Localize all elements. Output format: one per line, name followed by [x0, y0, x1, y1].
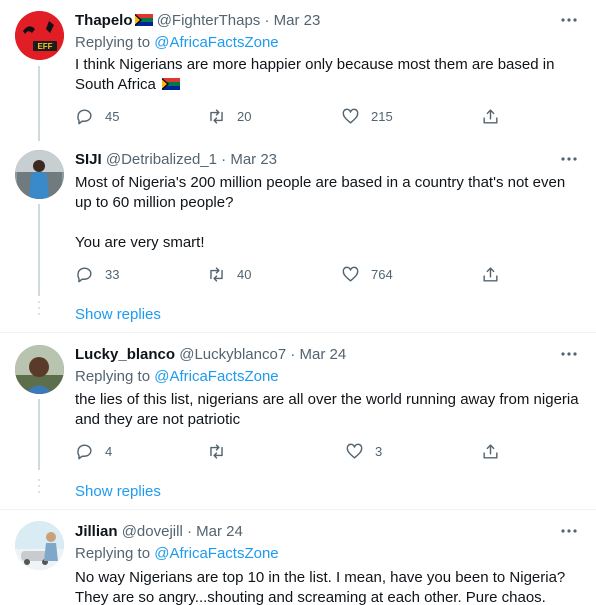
reply-count: 45	[105, 108, 120, 124]
share-button[interactable]	[481, 264, 500, 284]
retweet-count: 40	[237, 266, 252, 282]
tweet-siji[interactable]: SIJI @Detribalized_1 · Mar 23 Most of Ni…	[0, 133, 596, 332]
separator-dot: ·	[186, 523, 192, 540]
retweet-icon	[210, 108, 223, 124]
reply-count: 4	[105, 443, 113, 459]
tweet-jillian[interactable]: Jillian @dovejill · Mar 24 Replying to @…	[0, 510, 596, 605]
tweet-date[interactable]: Mar 23	[230, 151, 277, 168]
tweet-text: I think Nigerians are more happier only …	[75, 55, 585, 95]
heart-icon	[342, 108, 359, 124]
retweet-icon	[210, 443, 223, 459]
replying-to-label: Replying to	[75, 368, 151, 385]
tweet-header: Lucky_blanco @Luckyblanco7 · Mar 24	[75, 345, 346, 365]
retweet-button[interactable]: 40	[207, 264, 251, 284]
person-photo-icon	[15, 345, 64, 394]
thread-dots	[37, 301, 41, 319]
like-count: 215	[371, 108, 393, 124]
like-button[interactable]: 215	[341, 106, 393, 126]
replying-to-handle[interactable]: @AfricaFactsZone	[154, 545, 278, 562]
display-name[interactable]: Jillian	[75, 523, 118, 540]
like-count: 764	[371, 266, 393, 282]
retweet-icon	[210, 266, 223, 282]
tweet-date[interactable]: Mar 23	[274, 12, 321, 29]
thread-line	[38, 204, 40, 296]
avatar-badge: EFF	[37, 42, 52, 51]
like-button[interactable]: 764	[341, 264, 393, 284]
tweet-text-line: You are very smart!	[75, 234, 205, 251]
tweet-header: Thapelo @FighterThaps · Mar 23	[75, 11, 320, 31]
avatar[interactable]	[15, 521, 64, 570]
retweet-count: 20	[237, 108, 252, 124]
user-handle[interactable]: @FighterThaps	[157, 12, 261, 29]
tweet-lucky-blanco[interactable]: Lucky_blanco @Luckyblanco7 · Mar 24 Repl…	[0, 333, 596, 508]
avatar[interactable]	[15, 150, 64, 199]
more-options-icon[interactable]	[559, 346, 579, 362]
replying-to-handle[interactable]: @AfricaFactsZone	[154, 34, 278, 51]
reply-button[interactable]: 45	[75, 106, 119, 126]
reply-icon	[77, 266, 92, 282]
show-replies-link[interactable]: Show replies	[75, 482, 161, 502]
replying-to-label: Replying to	[75, 545, 151, 562]
tweet-text: Most of Nigeria's 200 million people are…	[75, 173, 585, 253]
thread-line	[38, 66, 40, 133]
share-button[interactable]	[481, 106, 500, 126]
tweet-text-line: Most of Nigeria's 200 million people are…	[75, 174, 566, 211]
replying-to: Replying to @AfricaFactsZone	[75, 367, 279, 387]
thread-line	[38, 133, 40, 141]
like-button[interactable]: 3	[345, 441, 382, 461]
user-handle[interactable]: @Luckyblanco7	[179, 346, 286, 363]
replying-to: Replying to @AfricaFactsZone	[75, 544, 279, 564]
reply-icon	[77, 443, 92, 459]
reply-icon	[77, 108, 92, 124]
avatar[interactable]	[15, 345, 64, 394]
display-name[interactable]: Thapelo	[75, 12, 133, 29]
more-options-icon[interactable]	[559, 12, 579, 28]
share-button[interactable]	[481, 441, 500, 461]
separator-dot: ·	[221, 151, 227, 168]
tweet-text: the lies of this list, nigerians are all…	[75, 391, 579, 428]
tweet-date[interactable]: Mar 24	[300, 346, 347, 363]
tweet-date[interactable]: Mar 24	[196, 523, 243, 540]
tweet-header: SIJI @Detribalized_1 · Mar 23	[75, 150, 277, 170]
share-icon	[483, 108, 498, 124]
thread-dots	[37, 479, 41, 497]
person-photo-icon	[15, 150, 64, 199]
heart-icon	[346, 443, 363, 459]
thread-line	[38, 399, 40, 470]
replying-to-label: Replying to	[75, 34, 151, 51]
share-icon	[483, 443, 498, 459]
separator-dot: ·	[290, 346, 296, 363]
tweet-actions: 4 3	[75, 441, 505, 461]
tweet-thapelo[interactable]: EFF Thapelo @FighterThaps · Mar 23 Reply…	[0, 0, 596, 133]
retweet-button[interactable]	[207, 441, 237, 461]
replying-to-handle[interactable]: @AfricaFactsZone	[154, 368, 278, 385]
tweet-text-body: I think Nigerians are more happier only …	[75, 56, 555, 93]
reply-button[interactable]: 33	[75, 264, 119, 284]
more-options-icon[interactable]	[559, 523, 579, 539]
tweet-actions: 33 40 764	[75, 264, 505, 284]
user-handle[interactable]: @dovejill	[122, 523, 183, 540]
replying-to: Replying to @AfricaFactsZone	[75, 33, 279, 53]
user-handle[interactable]: @Detribalized_1	[106, 151, 217, 168]
reply-button[interactable]: 4	[75, 441, 112, 461]
tweet-actions: 45 20 215	[75, 106, 505, 126]
south-africa-flag-icon	[162, 78, 181, 90]
show-replies-link[interactable]: Show replies	[75, 305, 161, 325]
share-icon	[483, 266, 498, 282]
display-name[interactable]: SIJI	[75, 151, 102, 168]
tweet-header: Jillian @dovejill · Mar 24	[75, 522, 243, 542]
like-count: 3	[375, 443, 383, 459]
south-africa-flag-icon	[134, 14, 153, 26]
avatar[interactable]: EFF	[15, 11, 64, 60]
display-name[interactable]: Lucky_blanco	[75, 346, 175, 363]
heart-icon	[342, 266, 359, 282]
reply-count: 33	[105, 266, 120, 282]
person-photo-icon	[15, 521, 64, 570]
retweet-button[interactable]: 20	[207, 106, 251, 126]
eff-logo-icon: EFF	[15, 11, 64, 60]
tweet-text: No way Nigerians are top 10 in the list.…	[75, 569, 566, 605]
separator-dot: ·	[264, 12, 270, 29]
more-options-icon[interactable]	[559, 151, 579, 167]
